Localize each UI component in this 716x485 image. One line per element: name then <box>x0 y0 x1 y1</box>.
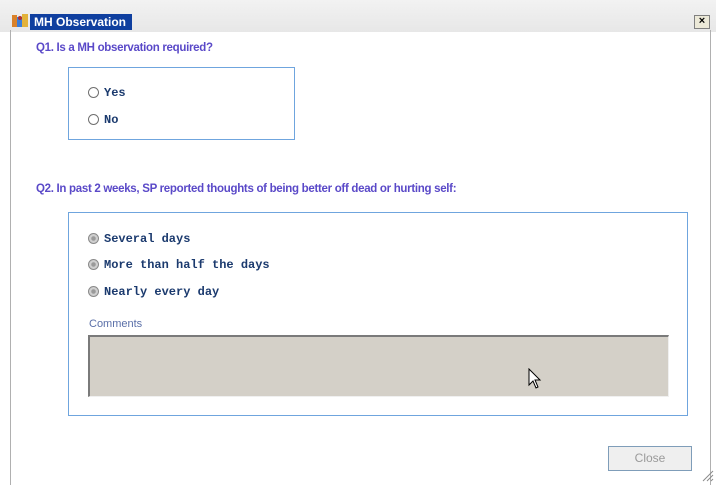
radio-button-icon[interactable] <box>88 259 99 270</box>
mouse-cursor-icon <box>528 368 542 389</box>
resize-grip-icon[interactable] <box>702 470 714 482</box>
window-left-border <box>10 30 11 485</box>
radio-button-icon[interactable] <box>88 286 99 297</box>
close-button[interactable]: Close <box>608 446 692 471</box>
radio-button-icon[interactable] <box>88 114 99 125</box>
app-icon <box>12 14 28 27</box>
q1-option-no-label: No <box>104 113 119 127</box>
question-2-label: Q2. In past 2 weeks, SP reported thought… <box>36 183 457 195</box>
window-title: MH Observation <box>30 14 133 30</box>
radio-button-icon[interactable] <box>88 233 99 244</box>
close-icon: × <box>698 15 706 27</box>
question-1-label: Q1. Is a MH observation required? <box>36 42 213 54</box>
radio-button-icon[interactable] <box>88 87 99 98</box>
q1-option-yes-label: Yes <box>104 86 126 100</box>
q2-option-nearly-every-day-label: Nearly every day <box>104 285 220 299</box>
q2-option-several-days-label: Several days <box>104 232 191 246</box>
comments-label: Comments <box>89 318 143 330</box>
title-bar: MH Observation × <box>0 0 716 32</box>
comments-textarea[interactable] <box>88 335 669 397</box>
mh-observation-dialog: MH Observation × Q1. Is a MH observation… <box>0 0 716 485</box>
q2-option-more-than-half-label: More than half the days <box>104 258 270 272</box>
window-right-border <box>710 30 711 485</box>
close-window-button[interactable]: × <box>694 15 710 29</box>
question-1-options-group: Yes No <box>68 67 295 140</box>
